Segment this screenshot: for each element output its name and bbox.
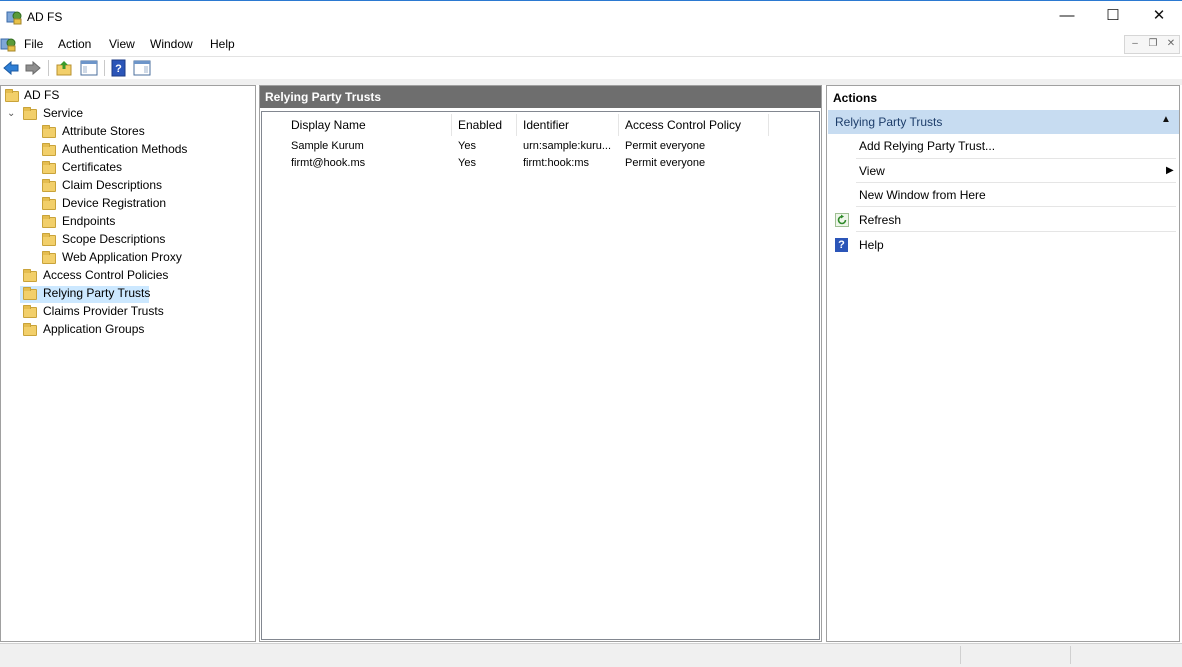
- tree-item-service[interactable]: Service: [43, 104, 83, 122]
- minimize-button[interactable]: —: [1044, 1, 1090, 33]
- column-header-access-control-policy[interactable]: Access Control Policy: [625, 118, 741, 132]
- row-identifier: urn:sample:kuru...: [523, 140, 612, 152]
- toolbar: [0, 57, 1182, 80]
- collapse-caret-icon[interactable]: ▲: [1161, 114, 1171, 125]
- action-new-window-from-here[interactable]: New Window from Here: [859, 188, 986, 202]
- column-header-identifier[interactable]: Identifier: [523, 118, 569, 132]
- up-folder-icon[interactable]: [55, 59, 73, 77]
- row-access-control-policy: Permit everyone: [625, 157, 706, 169]
- window-title: AD FS: [27, 10, 63, 24]
- tree-item-device-registration[interactable]: Device Registration: [62, 194, 166, 212]
- actions-title: Actions: [833, 91, 878, 105]
- tree-item-claims-provider-trusts[interactable]: Claims Provider Trusts: [43, 302, 164, 320]
- tree-item-attribute-stores[interactable]: Attribute Stores: [62, 122, 145, 140]
- action-separator: [856, 158, 1176, 159]
- close-button[interactable]: ✕: [1136, 1, 1182, 33]
- column-divider[interactable]: [451, 114, 452, 136]
- row-enabled: Yes: [458, 140, 476, 152]
- row-access-control-policy: Permit everyone: [625, 140, 706, 152]
- folder-icon: [42, 143, 56, 156]
- back-arrow-icon[interactable]: [2, 59, 20, 77]
- tree-item-access-control-policies[interactable]: Access Control Policies: [43, 266, 168, 284]
- tree-item-application-groups[interactable]: Application Groups: [43, 320, 144, 338]
- tree-item-endpoints[interactable]: Endpoints: [62, 212, 115, 230]
- column-divider[interactable]: [768, 114, 769, 136]
- folder-icon: [42, 125, 56, 138]
- action-add-relying-party-trust[interactable]: Add Relying Party Trust...: [859, 139, 995, 153]
- menu-view[interactable]: View: [109, 37, 135, 51]
- action-separator: [856, 231, 1176, 232]
- folder-icon: [23, 305, 37, 318]
- show-hide-action-pane-icon[interactable]: [133, 59, 151, 77]
- menu-window[interactable]: Window: [150, 37, 193, 51]
- trust-list[interactable]: [261, 111, 820, 640]
- folder-icon: [5, 89, 19, 102]
- tree-item-scope-descriptions[interactable]: Scope Descriptions: [62, 230, 165, 248]
- maximize-button[interactable]: ☐: [1090, 1, 1136, 33]
- title-bar: [0, 0, 1182, 34]
- action-separator: [856, 206, 1176, 207]
- results-title: Relying Party Trusts: [265, 90, 382, 104]
- folder-icon: [42, 179, 56, 192]
- action-refresh[interactable]: Refresh: [859, 213, 901, 227]
- tree-item-relying-party-trusts[interactable]: Relying Party Trusts: [43, 284, 150, 302]
- menu-file[interactable]: File: [24, 37, 43, 51]
- menu-help[interactable]: Help: [210, 37, 235, 51]
- forward-arrow-icon[interactable]: [24, 59, 42, 77]
- tree-item-authentication-methods[interactable]: Authentication Methods: [62, 140, 187, 158]
- mdi-minimize-icon[interactable]: –: [1127, 37, 1143, 51]
- mdi-close-icon[interactable]: ✕: [1163, 37, 1179, 51]
- toolbar-separator: [104, 60, 105, 76]
- console-tree-pane: [0, 85, 256, 642]
- refresh-icon: [835, 213, 849, 227]
- column-divider[interactable]: [618, 114, 619, 136]
- row-identifier: firmt:hook:ms: [523, 157, 590, 169]
- folder-icon: [42, 251, 56, 264]
- toolbar-separator: [48, 60, 49, 76]
- action-help[interactable]: Help: [859, 238, 884, 252]
- row-enabled: Yes: [458, 157, 476, 169]
- status-divider: [1070, 646, 1071, 664]
- row-display-name[interactable]: Sample Kurum: [291, 140, 364, 152]
- help-icon[interactable]: ?: [110, 59, 128, 77]
- mdi-restore-icon[interactable]: ❐: [1145, 37, 1161, 51]
- show-hide-tree-icon[interactable]: [80, 59, 98, 77]
- row-display-name[interactable]: firmt@hook.ms: [291, 157, 365, 169]
- folder-icon: [23, 323, 37, 336]
- folder-icon: [42, 197, 56, 210]
- folder-icon: [42, 161, 56, 174]
- folder-icon: [23, 107, 37, 120]
- svg-text:?: ?: [115, 63, 122, 75]
- folder-icon: [23, 287, 37, 300]
- actions-group-label[interactable]: Relying Party Trusts: [835, 115, 942, 129]
- status-divider: [960, 646, 961, 664]
- action-separator: [856, 182, 1176, 183]
- menu-action[interactable]: Action: [58, 37, 91, 51]
- tree-item-certificates[interactable]: Certificates: [62, 158, 122, 176]
- tree-item-web-application-proxy[interactable]: Web Application Proxy: [62, 248, 182, 266]
- tree-root-adfs[interactable]: AD FS: [24, 86, 59, 104]
- column-divider[interactable]: [516, 114, 517, 136]
- folder-icon: [23, 269, 37, 282]
- submenu-arrow-icon[interactable]: ▶: [1166, 165, 1174, 176]
- mmc-menu-icon[interactable]: [0, 36, 16, 52]
- help-icon: ?: [835, 238, 848, 252]
- action-view[interactable]: View: [859, 164, 885, 178]
- tree-item-claim-descriptions[interactable]: Claim Descriptions: [62, 176, 162, 194]
- status-bar: [0, 643, 1182, 667]
- adfs-app-icon: [6, 11, 22, 25]
- folder-icon: [42, 233, 56, 246]
- collapse-chevron-icon[interactable]: ⌄: [7, 108, 15, 119]
- column-header-display-name[interactable]: Display Name: [291, 118, 366, 132]
- folder-icon: [42, 215, 56, 228]
- column-header-enabled[interactable]: Enabled: [458, 118, 502, 132]
